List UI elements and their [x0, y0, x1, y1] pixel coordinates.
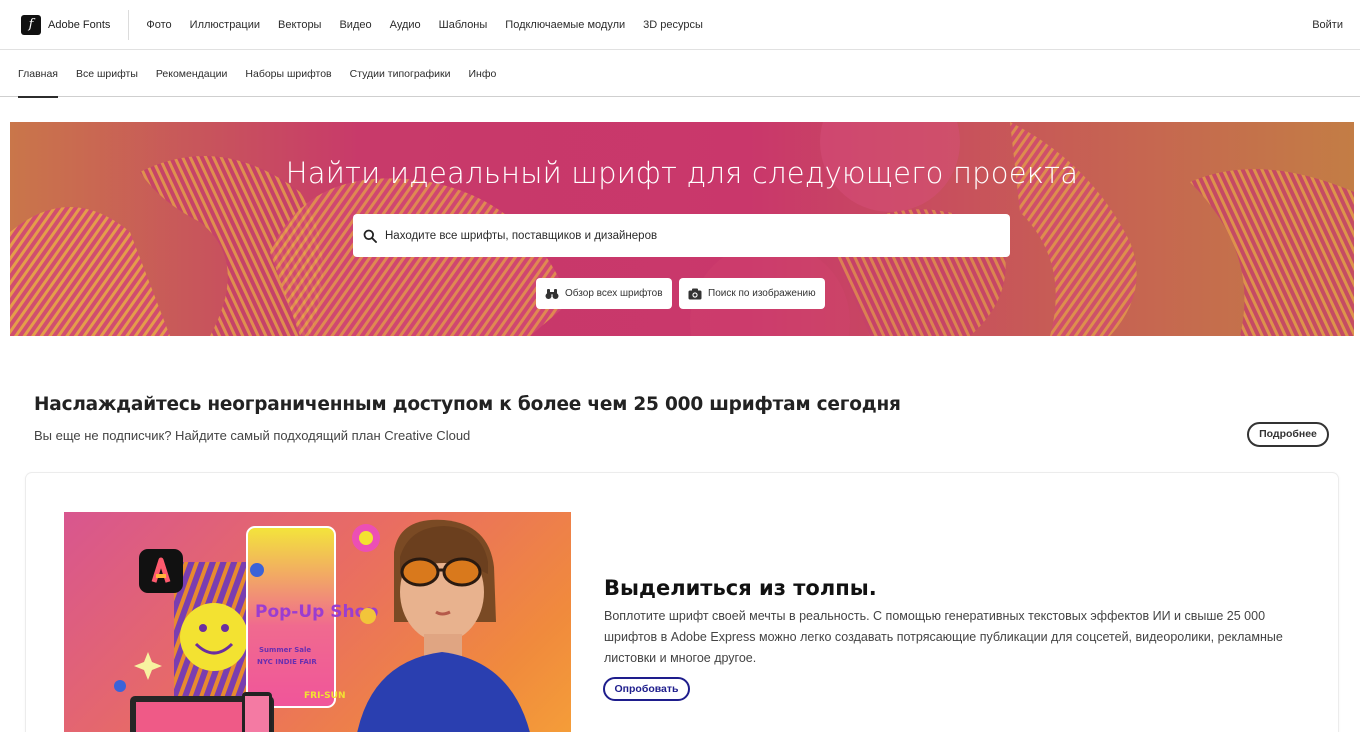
top-bar: f Adobe Fonts Фото Иллюстрации Векторы В…: [0, 0, 1360, 50]
top-nav-item-3d[interactable]: 3D ресурсы: [643, 19, 703, 31]
browse-all-fonts-label: Обзор всех шрифтов: [565, 288, 663, 299]
top-nav: Фото Иллюстрации Векторы Видео Аудио Шаб…: [137, 0, 712, 49]
top-nav-item-plugins[interactable]: Подключаемые модули: [505, 19, 625, 31]
top-nav-item-audio[interactable]: Аудио: [390, 19, 421, 31]
promo-title: Наслаждайтесь неограниченным доступом к …: [34, 394, 901, 415]
tab-foundries[interactable]: Студии типографики: [350, 51, 451, 97]
tab-recommendations[interactable]: Рекомендации: [156, 51, 228, 97]
image-search-label: Поиск по изображению: [708, 288, 816, 299]
binoculars-icon: [545, 288, 559, 300]
adobe-fonts-logo-icon: f: [21, 14, 41, 35]
sub-nav: Главная Все шрифты Рекомендации Наборы ш…: [0, 51, 1360, 98]
promo-illustration: Pop-Up Shop Summer Sale NYC INDIE FAIR F…: [114, 519, 530, 732]
adobe-express-promo-image: Pop-Up Shop Summer Sale NYC INDIE FAIR F…: [64, 512, 571, 732]
tab-info[interactable]: Инфо: [468, 51, 496, 97]
card-title: Выделиться из толпы.: [604, 576, 877, 600]
divider: [128, 9, 130, 40]
tab-all-fonts[interactable]: Все шрифты: [76, 51, 138, 97]
hero-banner: Найти идеальный шрифт для следующего про…: [10, 122, 1354, 336]
brand[interactable]: f Adobe Fonts: [0, 0, 128, 49]
card-description: Воплотите шрифт своей мечты в реальность…: [604, 609, 1283, 665]
hero-title: Найти идеальный шрифт для следующего про…: [285, 156, 1079, 190]
top-nav-item-vectors[interactable]: Векторы: [278, 19, 321, 31]
poster-line-2: NYC INDIE FAIR: [257, 658, 317, 666]
try-button[interactable]: Опробовать: [603, 677, 690, 701]
top-nav-item-illustrations[interactable]: Иллюстрации: [190, 19, 260, 31]
poster-line-3: FRI-SUN: [304, 691, 345, 701]
top-nav-item-templates[interactable]: Шаблоны: [439, 19, 488, 31]
brand-name: Adobe Fonts: [48, 18, 111, 31]
top-nav-item-video[interactable]: Видео: [339, 19, 371, 31]
promo-subtitle: Вы еще не подписчик? Найдите самый подхо…: [34, 428, 471, 443]
top-nav-item-photo[interactable]: Фото: [146, 19, 171, 31]
learn-more-button[interactable]: Подробнее: [1247, 422, 1329, 447]
poster-title: Pop-Up Shop: [255, 602, 378, 622]
tab-home[interactable]: Главная: [18, 51, 58, 98]
sign-in-link[interactable]: Войти: [1312, 0, 1343, 50]
adobe-express-card: Pop-Up Shop Summer Sale NYC INDIE FAIR F…: [26, 473, 1338, 732]
poster-line-1: Summer Sale: [259, 646, 311, 654]
search-icon: [363, 229, 377, 243]
search-input[interactable]: [385, 229, 985, 242]
tab-font-packs[interactable]: Наборы шрифтов: [245, 51, 331, 97]
browse-all-fonts-button[interactable]: Обзор всех шрифтов: [536, 278, 672, 309]
search-bar[interactable]: [353, 214, 1010, 257]
image-search-button[interactable]: Поиск по изображению: [679, 278, 825, 309]
camera-icon: [688, 288, 702, 300]
